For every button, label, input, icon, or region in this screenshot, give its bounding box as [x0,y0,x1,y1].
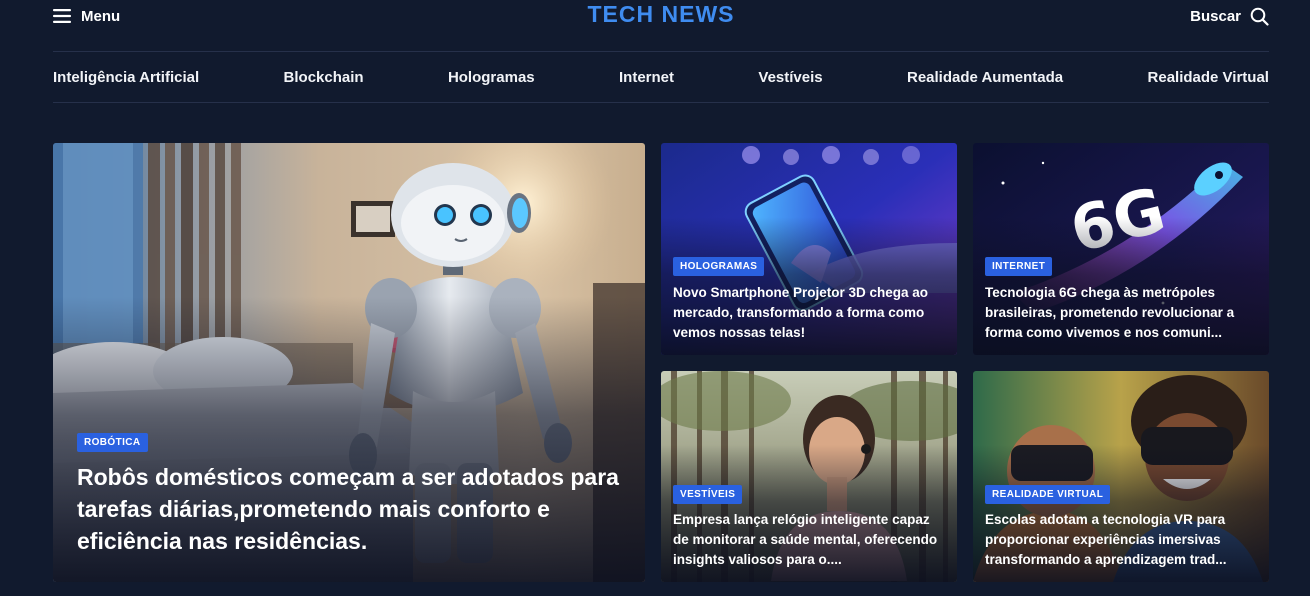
article-headline[interactable]: Novo Smartphone Projetor 3D chega ao mer… [673,283,949,343]
hamburger-menu-icon [53,9,71,23]
category-nav: Inteligência Artificial Blockchain Holog… [53,52,1269,103]
article-card[interactable]: VESTÍVEIS Empresa lança relógio intelige… [661,371,957,582]
article-card[interactable]: 6G INTERNET Tecnologia 6G chega às metró… [973,143,1269,355]
site-logo[interactable]: TECH NEWS [588,1,735,28]
category-badge[interactable]: VESTÍVEIS [673,485,743,504]
nav-item-vestiveis[interactable]: Vestíveis [758,69,822,86]
article-card[interactable]: REALIDADE VIRTUAL Escolas adotam a tecno… [973,371,1269,582]
article-headline[interactable]: Empresa lança relógio inteligente capaz … [673,510,949,570]
search-icon [1250,7,1269,26]
nav-item-internet[interactable]: Internet [619,69,674,86]
article-card[interactable]: HOLOGRAMAS Novo Smartphone Projetor 3D c… [661,143,957,355]
search-label: Buscar [1190,7,1241,25]
featured-article-card[interactable]: ROBÓTICA Robôs domésticos começam a ser … [53,143,645,582]
category-badge[interactable]: HOLOGRAMAS [673,257,765,276]
nav-item-realidade-aumentada[interactable]: Realidade Aumentada [907,69,1063,86]
nav-item-realidade-virtual[interactable]: Realidade Virtual [1148,69,1269,86]
nav-item-blockchain[interactable]: Blockchain [284,69,364,86]
category-badge[interactable]: REALIDADE VIRTUAL [985,485,1111,504]
site-header: Menu TECH NEWS Buscar [53,0,1269,52]
search-button[interactable]: Buscar [1190,3,1269,29]
article-headline[interactable]: Tecnologia 6G chega às metrópoles brasil… [985,283,1261,343]
menu-button[interactable]: Menu [53,3,120,29]
featured-headline[interactable]: Robôs domésticos começam a ser adotados … [77,461,637,557]
category-badge[interactable]: INTERNET [985,257,1053,276]
category-badge[interactable]: ROBÓTICA [77,433,148,452]
menu-label: Menu [81,7,121,25]
nav-item-hologramas[interactable]: Hologramas [448,69,535,86]
nav-item-inteligencia-artificial[interactable]: Inteligência Artificial [53,69,199,86]
article-headline[interactable]: Escolas adotam a tecnologia VR para prop… [985,510,1261,570]
